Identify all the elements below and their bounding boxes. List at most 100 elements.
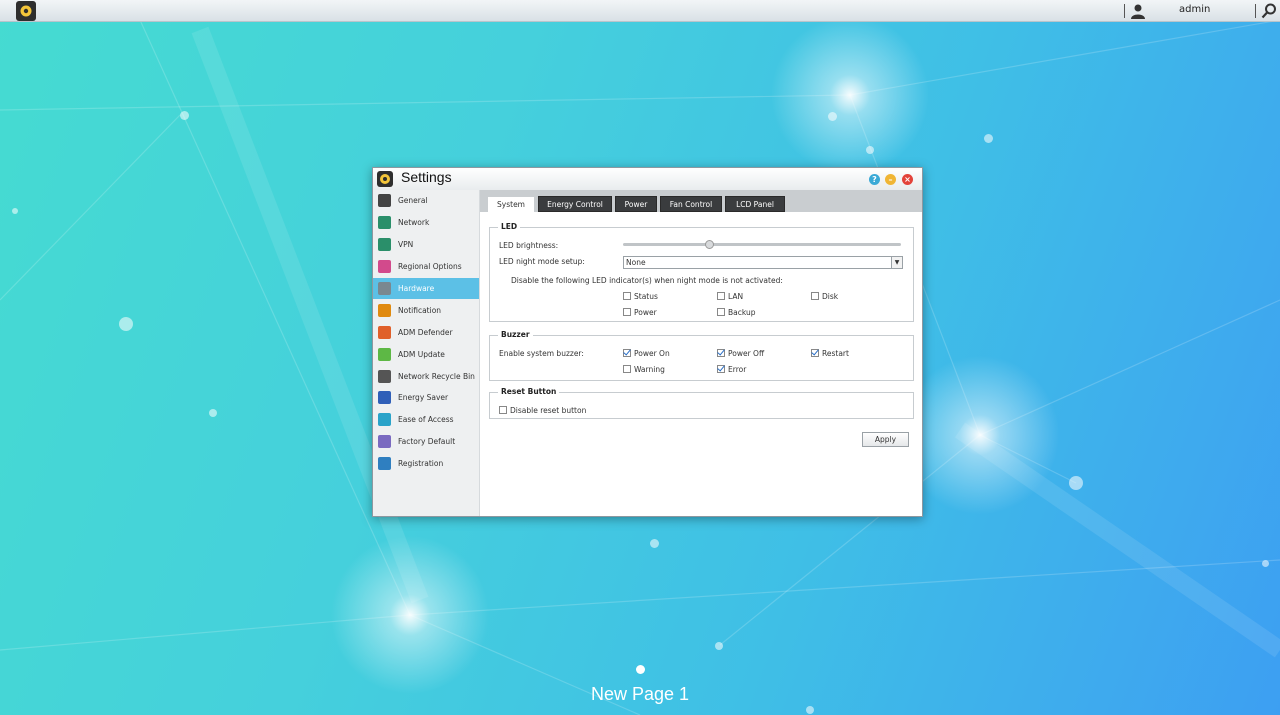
led-brightness-label: LED brightness: bbox=[499, 241, 559, 250]
tab-bar: System Energy Control Power Fan Control … bbox=[480, 190, 922, 212]
settings-window-icon bbox=[377, 171, 393, 187]
taskbar: admin bbox=[0, 0, 1280, 22]
sidebar-item-label: ADM Update bbox=[398, 349, 445, 359]
settings-content: System Energy Control Power Fan Control … bbox=[480, 190, 922, 516]
search-icon[interactable] bbox=[1261, 3, 1277, 19]
led-group-title: LED bbox=[498, 222, 521, 231]
help-icon: ? bbox=[872, 174, 877, 184]
tab-power[interactable]: Power bbox=[615, 196, 657, 212]
close-icon: × bbox=[904, 174, 911, 184]
sidebar-item-label: VPN bbox=[398, 240, 414, 250]
led-power-checkbox[interactable] bbox=[623, 308, 631, 316]
settings-app-button[interactable] bbox=[16, 1, 36, 21]
tab-fan-control[interactable]: Fan Control bbox=[660, 196, 722, 212]
cloud-icon bbox=[378, 413, 391, 427]
led-backup-checkbox[interactable] bbox=[717, 308, 725, 316]
buzzer-error-label[interactable]: Error bbox=[728, 365, 746, 374]
disable-reset-checkbox[interactable] bbox=[499, 406, 507, 414]
led-status-label[interactable]: Status bbox=[634, 292, 658, 301]
window-titlebar[interactable]: Settings ? – × bbox=[373, 168, 922, 190]
sidebar-item-label: Registration bbox=[398, 459, 444, 469]
sidebar-item-label: Notification bbox=[398, 305, 442, 315]
led-brightness-handle[interactable] bbox=[705, 240, 715, 249]
apply-button[interactable]: Apply bbox=[862, 432, 909, 447]
led-disk-checkbox[interactable] bbox=[811, 292, 819, 300]
sidebar-item-notification[interactable]: Notification bbox=[373, 299, 479, 321]
buzzer-power-on-label[interactable]: Power On bbox=[634, 349, 670, 358]
led-brightness-slider[interactable] bbox=[623, 243, 901, 246]
sidebar-item-network[interactable]: Network bbox=[373, 212, 479, 234]
user-icon[interactable] bbox=[1130, 3, 1146, 19]
tab-lcd-panel[interactable]: LCD Panel bbox=[725, 196, 785, 212]
vpn-icon bbox=[378, 238, 391, 252]
reset-button-group: Reset Button Disable reset button bbox=[489, 387, 914, 419]
led-group: LED LED brightness: LED night mode setup… bbox=[489, 222, 914, 322]
buzzer-error-checkbox[interactable] bbox=[717, 365, 725, 373]
buzzer-warning-label[interactable]: Warning bbox=[634, 365, 665, 374]
buzzer-power-off-checkbox[interactable] bbox=[717, 349, 725, 357]
sidebar-item-label: Energy Saver bbox=[398, 393, 449, 403]
buzzer-restart-checkbox[interactable] bbox=[811, 349, 819, 357]
sidebar-item-label: Network bbox=[398, 218, 430, 228]
energy-icon bbox=[378, 391, 391, 405]
buzzer-power-on-checkbox[interactable] bbox=[623, 349, 631, 357]
sidebar-item-label: Regional Options bbox=[398, 262, 462, 272]
led-disable-text: Disable the following LED indicator(s) w… bbox=[511, 276, 783, 285]
led-backup-label[interactable]: Backup bbox=[728, 308, 756, 317]
regional-icon bbox=[378, 260, 391, 274]
led-status-checkbox[interactable] bbox=[623, 292, 631, 300]
sidebar-item-factory-default[interactable]: Factory Default bbox=[373, 431, 479, 453]
chevron-down-icon[interactable]: ▼ bbox=[891, 257, 902, 268]
led-night-mode-value: None bbox=[626, 258, 646, 267]
desktop-page-label: New Page 1 bbox=[590, 684, 690, 704]
buzzer-enable-label: Enable system buzzer: bbox=[499, 349, 584, 358]
sidebar-item-ease-of-access[interactable]: Ease of Access bbox=[373, 409, 479, 431]
sidebar-item-general[interactable]: General bbox=[373, 190, 479, 212]
sidebar-item-regional-options[interactable]: Regional Options bbox=[373, 256, 479, 278]
led-disk-label[interactable]: Disk bbox=[822, 292, 838, 301]
trash-icon bbox=[378, 369, 391, 383]
close-button[interactable]: × bbox=[902, 174, 913, 185]
tab-energy-control[interactable]: Energy Control bbox=[538, 196, 612, 212]
settings-window: Settings ? – × General Network VPN Regional… bbox=[372, 167, 923, 517]
sidebar-item-energy-saver[interactable]: Energy Saver bbox=[373, 387, 479, 409]
led-power-label[interactable]: Power bbox=[634, 308, 657, 317]
sidebar-item-registration[interactable]: Registration bbox=[373, 453, 479, 475]
separator bbox=[1124, 4, 1125, 18]
username-label[interactable]: admin bbox=[1179, 4, 1210, 15]
gear-icon bbox=[380, 174, 390, 184]
registration-icon bbox=[378, 457, 391, 471]
undo-icon bbox=[378, 435, 391, 449]
firewall-icon bbox=[378, 325, 391, 339]
sidebar-item-hardware[interactable]: Hardware bbox=[373, 277, 479, 300]
sidebar-item-label: General bbox=[398, 196, 428, 206]
alert-icon bbox=[378, 303, 391, 317]
minimize-icon: – bbox=[888, 174, 893, 184]
sidebar-item-label: Factory Default bbox=[398, 437, 456, 447]
globe-icon bbox=[378, 216, 391, 230]
disable-reset-label[interactable]: Disable reset button bbox=[510, 406, 586, 415]
buzzer-warning-checkbox[interactable] bbox=[623, 365, 631, 373]
buzzer-group-title: Buzzer bbox=[498, 330, 533, 339]
buzzer-restart-label[interactable]: Restart bbox=[822, 349, 849, 358]
tab-system[interactable]: System bbox=[487, 196, 535, 212]
led-night-mode-select[interactable]: None ▼ bbox=[623, 256, 903, 269]
minimize-button[interactable]: – bbox=[885, 174, 896, 185]
separator bbox=[1255, 4, 1256, 18]
page-indicator-dot[interactable] bbox=[636, 665, 645, 674]
reset-group-title: Reset Button bbox=[498, 387, 560, 396]
led-lan-label[interactable]: LAN bbox=[728, 292, 743, 301]
sidebar-item-adm-update[interactable]: ADM Update bbox=[373, 343, 479, 365]
sidebar-item-vpn[interactable]: VPN bbox=[373, 234, 479, 256]
led-lan-checkbox[interactable] bbox=[717, 292, 725, 300]
sidebar-item-label: Ease of Access bbox=[398, 415, 454, 425]
hardware-icon bbox=[378, 282, 391, 295]
sidebar-item-label: ADM Defender bbox=[398, 327, 453, 337]
led-night-mode-label: LED night mode setup: bbox=[499, 257, 585, 266]
window-title: Settings bbox=[401, 169, 452, 185]
sidebar-item-label: Network Recycle Bin bbox=[398, 371, 475, 381]
sidebar-item-network-recycle-bin[interactable]: Network Recycle Bin bbox=[373, 365, 479, 387]
sidebar-item-adm-defender[interactable]: ADM Defender bbox=[373, 321, 479, 343]
buzzer-power-off-label[interactable]: Power Off bbox=[728, 349, 764, 358]
help-button[interactable]: ? bbox=[869, 174, 880, 185]
